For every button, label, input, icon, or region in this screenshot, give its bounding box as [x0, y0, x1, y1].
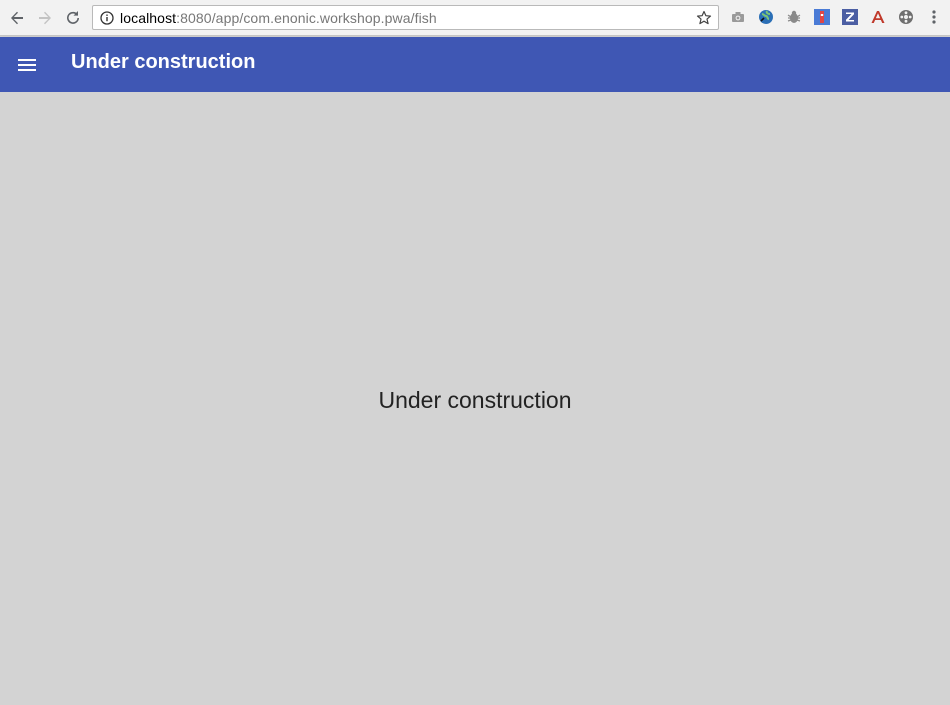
url-text: localhost:8080/app/com.enonic.workshop.p… [120, 10, 437, 26]
url-path: :8080/app/com.enonic.workshop.pwa/fish [176, 9, 437, 26]
browser-toolbar: localhost:8080/app/com.enonic.workshop.p… [0, 0, 950, 36]
globe-icon[interactable] [757, 8, 775, 26]
acrobat-icon[interactable] [869, 8, 887, 26]
app-header: Under construction [0, 37, 950, 92]
main-content: Under construction [0, 92, 950, 705]
under-construction-message: Under construction [378, 387, 572, 413]
reload-icon[interactable] [61, 6, 85, 30]
info-icon[interactable] [99, 10, 115, 26]
bug-icon[interactable] [785, 8, 803, 26]
zotero-icon[interactable] [841, 8, 859, 26]
url-host: localhost [120, 9, 177, 26]
back-icon[interactable] [5, 6, 29, 30]
extension-flag-icon[interactable] [813, 8, 831, 26]
forward-icon[interactable] [33, 6, 57, 30]
hamburger-menu-icon[interactable] [12, 50, 42, 80]
camera-icon[interactable] [729, 8, 747, 26]
kebab-menu-icon[interactable] [925, 8, 943, 26]
address-bar[interactable]: localhost:8080/app/com.enonic.workshop.p… [92, 5, 719, 30]
film-icon[interactable] [897, 8, 915, 26]
star-icon[interactable] [695, 9, 713, 27]
page-title: Under construction [71, 51, 256, 73]
